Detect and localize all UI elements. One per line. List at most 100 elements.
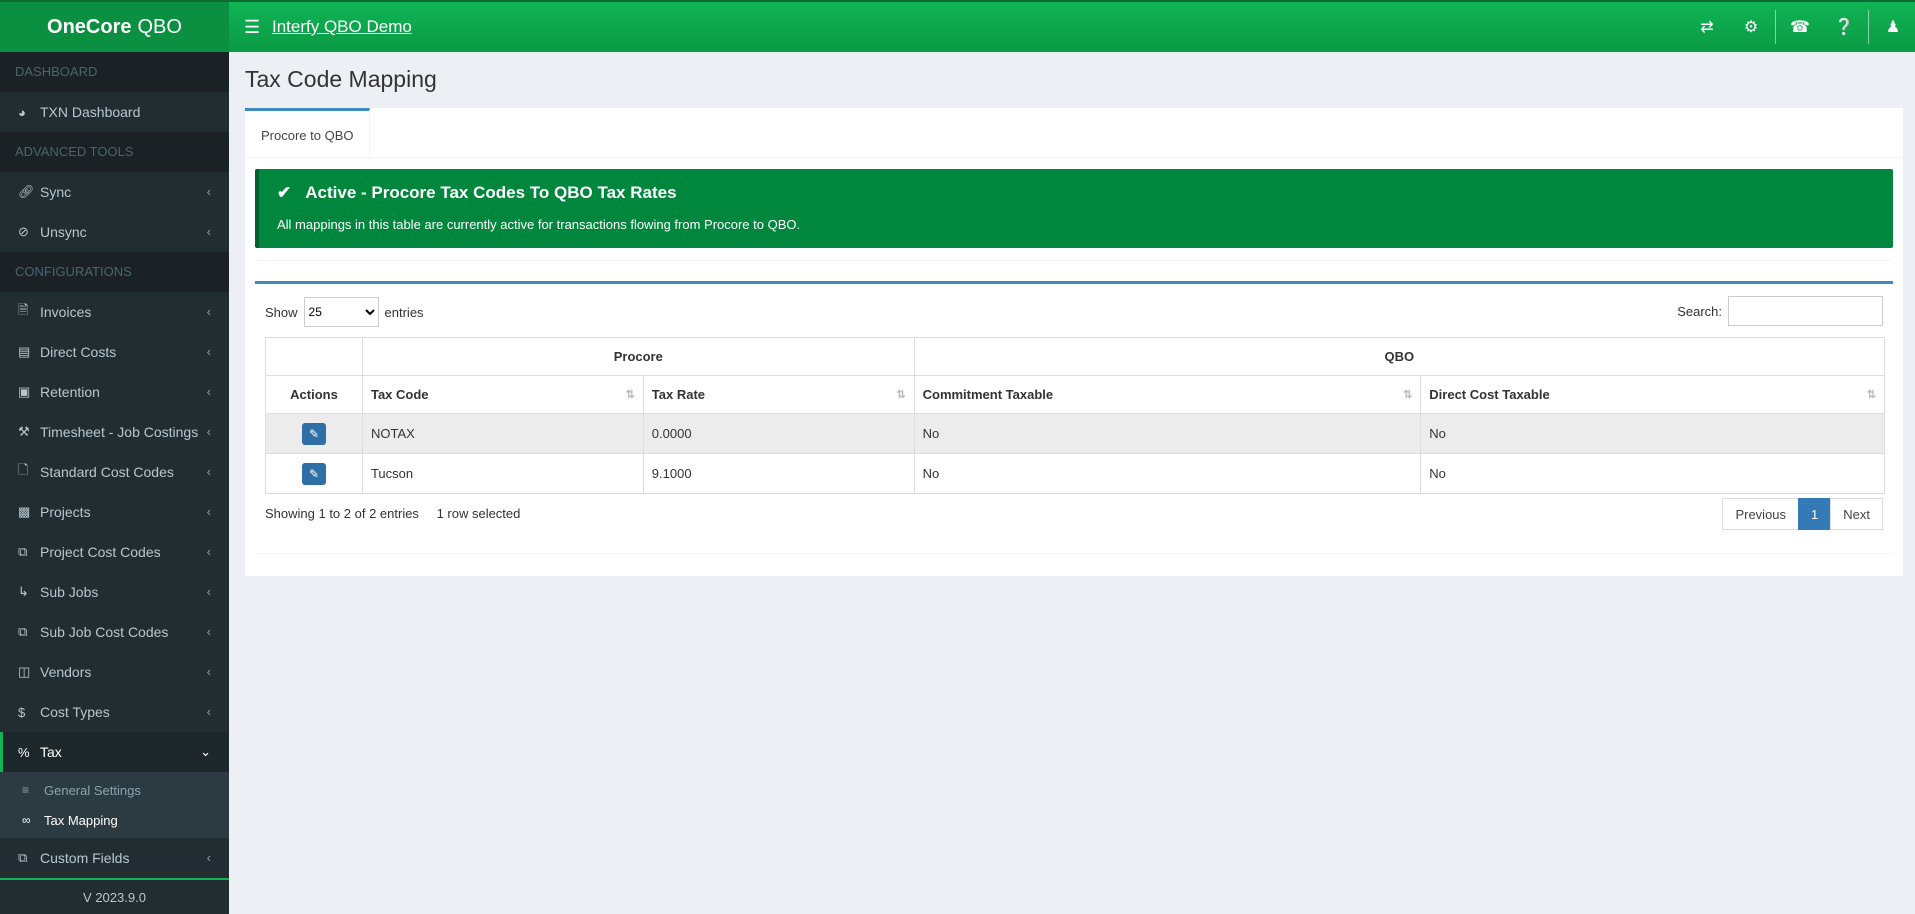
column-label: Tax Rate <box>651 387 706 402</box>
sidebar-item-label: Vendors <box>40 664 92 680</box>
sort-icon: ⇅ <box>896 389 906 401</box>
column-header-direct-cost-taxable[interactable]: Direct Cost Taxable ⇅ <box>1420 375 1885 414</box>
entries-label: entries <box>384 304 424 320</box>
column-header-commitment-taxable[interactable]: Commitment Taxable ⇅ <box>913 375 1422 414</box>
topbar-separator <box>1868 10 1869 44</box>
chevron-left-icon: ‹ <box>206 704 211 719</box>
company-title-link[interactable]: Interfy QBO Demo <box>272 17 412 37</box>
table-row[interactable]: ✎ Tucson 9.1000 No No <box>265 453 1885 494</box>
page-length-control: Show 25 entries <box>265 297 424 327</box>
column-header-tax-rate[interactable]: Tax Rate ⇅ <box>642 375 915 414</box>
table-row[interactable]: ✎ NOTAX 0.0000 No No <box>265 413 1885 454</box>
user-icon[interactable]: ♟ <box>1871 2 1915 52</box>
edit-pencil-icon[interactable]: ✎ <box>301 422 326 445</box>
content-box: Procore to QBO ✔ Active - Procore Tax Cod… <box>245 108 1903 576</box>
tax-code-cell: Tucson <box>361 453 644 494</box>
sidebar-item-label: Invoices <box>40 304 92 320</box>
dashboard-icon: ◕ <box>18 104 26 120</box>
top-navbar: OneCore QBO ☰ Interfy QBO Demo ⇄ ⚙ ☎ ❔ ♟ <box>0 0 1915 52</box>
help-icon[interactable]: ❔ <box>1822 2 1866 52</box>
tools-icon: ⚒ <box>18 424 30 439</box>
tax-submenu: ≡ General Settings ∞ Tax Mapping <box>0 772 229 838</box>
sidebar-item-vendors[interactable]: ◫ Vendors ‹ <box>0 652 229 692</box>
commitment-taxable-cell: No <box>913 413 1422 454</box>
sort-icon: ⇅ <box>1403 389 1413 401</box>
chevron-left-icon: ‹ <box>206 344 211 359</box>
search-label: Search: <box>1677 303 1722 319</box>
file-icon: 🗎︎ <box>18 302 29 317</box>
sidebar-item-label: Direct Costs <box>40 344 117 360</box>
app-logo[interactable]: OneCore QBO <box>0 2 229 52</box>
sidebar-item-retention[interactable]: ▣ Retention ‹ <box>0 372 229 412</box>
sidebar-item-label: Custom Fields <box>40 850 130 866</box>
previous-page-button[interactable]: Previous <box>1722 498 1800 530</box>
chevron-left-icon: ‹ <box>206 384 211 399</box>
sidebar-item-sub-jobs[interactable]: ↳ Sub Jobs ‹ <box>0 572 229 612</box>
menu-toggle-icon[interactable]: ☰ <box>244 17 260 38</box>
sidebar-item-sync[interactable]: 🔗︎ Sync ‹ <box>0 172 229 212</box>
edit-pencil-icon[interactable]: ✎ <box>301 462 326 485</box>
transfer-icon[interactable]: ⇄ <box>1685 2 1729 52</box>
sidebar-item-cost-types[interactable]: $ Cost Types ‹ <box>0 692 229 732</box>
sidebar-subitem-label: General Settings <box>44 782 141 798</box>
alert-title-text: Active - Procore Tax Codes To QBO Tax Ra… <box>305 183 677 202</box>
credit-card-icon: ▤ <box>18 344 31 359</box>
divider <box>255 553 1893 554</box>
sidebar-section-configurations: CONFIGURATIONS <box>0 252 229 292</box>
sidebar-item-label: TXN Dashboard <box>40 104 141 120</box>
commitment-taxable-cell: No <box>913 453 1422 494</box>
sidebar-item-tax[interactable]: % Tax ⌄ <box>0 732 229 772</box>
tax-mapping-table: Procore QBO Actions Tax Code ⇅ Tax Rate ⇅ … <box>265 337 1886 494</box>
mapping-table-box: Show 25 entries Search: Procore QBO Acti… <box>255 281 1893 554</box>
divider <box>255 260 1893 261</box>
page-length-select[interactable]: 25 <box>303 297 379 327</box>
sidebar-item-sub-job-cost-codes[interactable]: ⧉ Sub Job Cost Codes ‹ <box>0 612 229 652</box>
chevron-left-icon: ‹ <box>206 850 211 865</box>
sidebar-item-custom-fields[interactable]: ⧉ Custom Fields ‹ <box>0 838 229 878</box>
copy-icon: ⧉ <box>18 850 28 865</box>
topbar-separator <box>1775 10 1776 44</box>
gears-icon[interactable]: ⚙ <box>1729 2 1773 52</box>
sidebar-subitem-general-settings[interactable]: ≡ General Settings <box>0 775 229 805</box>
sidebar-section-advanced-tools: ADVANCED TOOLS <box>0 132 229 172</box>
search-input[interactable] <box>1728 296 1883 326</box>
sidebar-item-label: Cost Types <box>40 704 110 720</box>
actions-cell: ✎ <box>265 413 363 454</box>
show-label: Show <box>265 304 298 320</box>
sidebar-item-projects[interactable]: ▩ Projects ‹ <box>0 492 229 532</box>
copy-icon: ⧉ <box>18 544 28 559</box>
link-icon: 🔗︎ <box>18 184 35 199</box>
sidebar-item-label: Sub Job Cost Codes <box>40 624 169 640</box>
tab-procore-to-qbo[interactable]: Procore to QBO <box>245 108 371 158</box>
page-title: Tax Code Mapping <box>245 66 437 92</box>
active-alert: ✔ Active - Procore Tax Codes To QBO Tax R… <box>255 169 1893 248</box>
headset-icon[interactable]: ☎ <box>1778 2 1822 52</box>
column-header-actions: Actions <box>265 375 363 414</box>
sidebar-item-unsync[interactable]: ⊘ Unsync ‹ <box>0 212 229 252</box>
sidebar-item-project-cost-codes[interactable]: ⧉ Project Cost Codes ‹ <box>0 532 229 572</box>
percent-icon: % <box>18 744 30 760</box>
chevron-left-icon: ‹ <box>206 664 211 679</box>
column-header-tax-code[interactable]: Tax Code ⇅ <box>361 375 644 414</box>
sidebar-item-direct-costs[interactable]: ▤ Direct Costs ‹ <box>0 332 229 372</box>
sidebar-subitem-tax-mapping[interactable]: ∞ Tax Mapping <box>0 805 229 835</box>
sort-asc-icon: ⇅ <box>625 389 635 401</box>
chevron-down-icon: ⌄ <box>200 744 211 759</box>
sidebar-item-txn-dashboard[interactable]: ◕ TXN Dashboard <box>0 92 229 132</box>
unlink-icon: ⊘ <box>18 224 29 239</box>
group-header-procore: Procore <box>361 337 915 376</box>
page-1-button[interactable]: 1 <box>1798 498 1832 530</box>
sidebar-item-label: Standard Cost Codes <box>40 464 174 480</box>
level-down-icon: ↳ <box>18 584 29 599</box>
id-card-icon: ◫ <box>18 664 31 679</box>
sidebar-item-timesheet-job-costings[interactable]: ⚒ Timesheet - Job Costings ‹ <box>0 412 229 452</box>
sidebar-item-standard-cost-codes[interactable]: 🗋︎ Standard Cost Codes ‹ <box>0 452 229 492</box>
check-icon: ✔ <box>277 183 292 202</box>
direct-cost-taxable-cell: No <box>1420 453 1885 494</box>
next-page-button[interactable]: Next <box>1830 498 1883 530</box>
sidebar-item-invoices[interactable]: 🗎︎ Invoices ‹ <box>0 292 229 332</box>
sort-icon: ⇅ <box>1866 389 1876 401</box>
direct-cost-taxable-cell: No <box>1420 413 1885 454</box>
chevron-left-icon: ‹ <box>206 424 211 439</box>
tax-rate-cell: 0.0000 <box>642 413 915 454</box>
